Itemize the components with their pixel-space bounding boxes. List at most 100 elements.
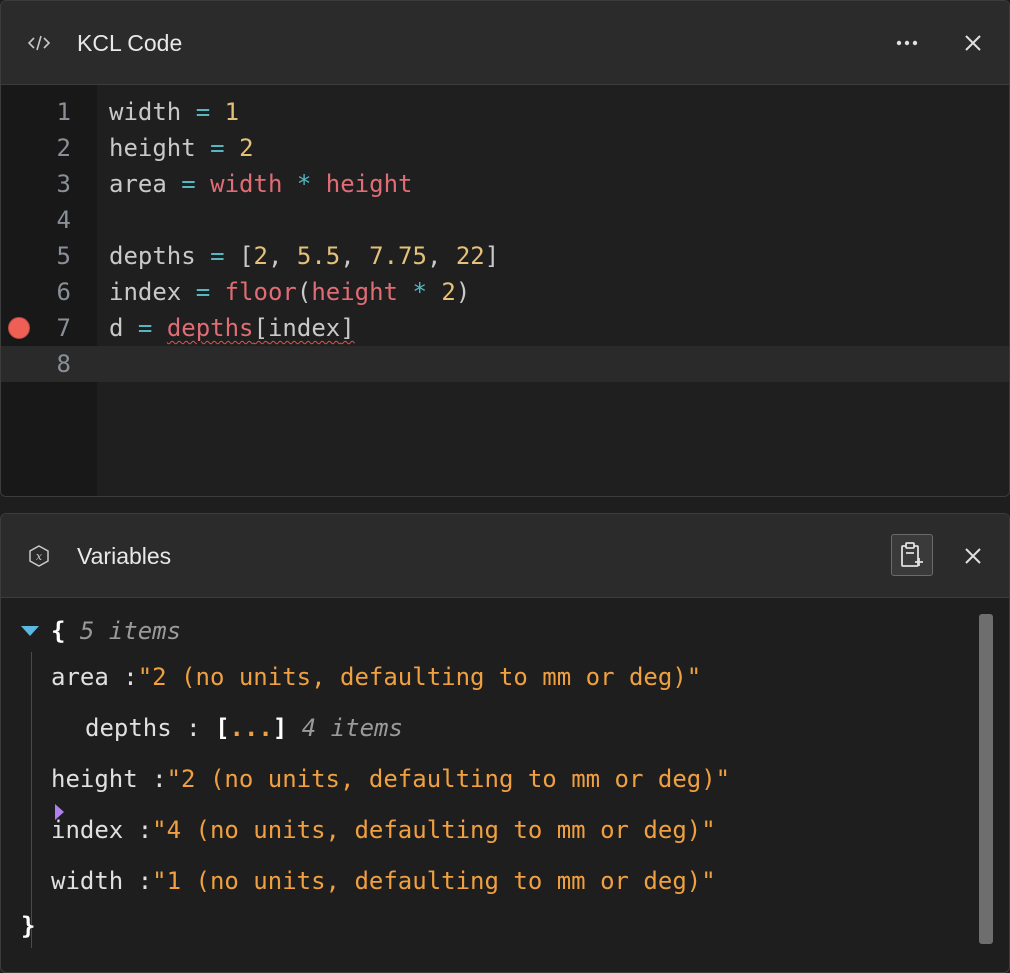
code-line[interactable]: 1 width = 1 [1, 94, 1009, 130]
code-token: 2 [239, 134, 254, 162]
var-value: "2 (no units, defaulting to mm or deg)" [137, 663, 702, 691]
more-options-button[interactable] [889, 25, 925, 61]
code-text[interactable]: depths = [2, 5.5, 7.75, 22] [109, 238, 499, 274]
code-token: area [109, 170, 167, 198]
code-token: floor [224, 278, 297, 306]
variables-panel: x Variables { 5 items area :"2 (no units… [0, 513, 1010, 973]
code-token: depths [166, 314, 254, 342]
var-value: "1 (no units, defaulting to mm or deg)" [152, 867, 716, 895]
code-token: = [195, 242, 240, 270]
code-token: 1 [224, 98, 240, 126]
tree-item-width[interactable]: width :"1 (no units, defaulting to mm or… [51, 866, 716, 896]
close-variables-panel-button[interactable] [955, 538, 991, 574]
code-token: [ [253, 314, 268, 342]
expand-arrow-open-icon[interactable] [21, 626, 39, 636]
code-panel-header: KCL Code [1, 1, 1009, 85]
tree-item-height[interactable]: height :"2 (no units, defaulting to mm o… [51, 764, 730, 794]
code-token: height [325, 170, 413, 198]
code-line[interactable]: 8 [1, 346, 1009, 382]
code-token: * [282, 170, 326, 198]
line-number: 1 [56, 98, 71, 126]
variables-tree: { 5 items area :"2 (no units, defaulting… [1, 598, 1009, 972]
code-token: ] [484, 242, 500, 270]
code-text[interactable]: width = 1 [109, 94, 239, 130]
code-token: width [109, 98, 182, 126]
copy-to-clipboard-button[interactable] [891, 534, 933, 576]
collapsed-array[interactable]: [...] [215, 714, 287, 742]
code-token: = [195, 134, 240, 162]
code-token: 22 [455, 242, 485, 270]
code-token: , [267, 242, 297, 270]
code-token: index [267, 314, 341, 342]
tree-item-area[interactable]: area :"2 (no units, defaulting to mm or … [51, 662, 701, 692]
var-key: depths [85, 714, 172, 742]
code-token: [ [239, 242, 254, 270]
code-token: = [181, 98, 225, 126]
code-text[interactable]: index = floor(height * 2) [109, 274, 470, 310]
code-text[interactable]: area = width * height [109, 166, 412, 202]
code-line[interactable]: 7 d = depths[index] [1, 310, 1009, 346]
tree-indent-guide [31, 652, 32, 948]
tree-root: { 5 items [51, 616, 181, 646]
code-token: = [181, 278, 225, 306]
ellipsis-icon [896, 40, 918, 46]
code-token: 2 [441, 278, 456, 306]
code-text[interactable]: d = depths[index] [109, 310, 355, 346]
var-value: "2 (no units, defaulting to mm or deg)" [166, 765, 731, 793]
close-code-panel-button[interactable] [955, 25, 991, 61]
code-token: ( [296, 278, 312, 306]
var-key: area [51, 663, 109, 691]
code-token: = [123, 314, 167, 342]
line-number: 4 [56, 206, 71, 234]
code-icon [27, 31, 51, 55]
code-token: = [166, 170, 211, 198]
code-token: height [109, 134, 196, 162]
code-token: depths [109, 242, 196, 270]
code-panel-title: KCL Code [77, 30, 183, 56]
line-number: 5 [56, 242, 71, 270]
variables-panel-title: Variables [77, 543, 172, 569]
root-item-count: 5 items [79, 617, 182, 645]
var-key: width [51, 867, 124, 895]
variable-icon: x [27, 544, 51, 568]
var-key: index [51, 816, 124, 844]
code-line[interactable]: 6 index = floor(height * 2) [1, 274, 1009, 310]
tree-item-index[interactable]: index :"4 (no units, defaulting to mm or… [51, 815, 716, 845]
var-key: height [51, 765, 138, 793]
code-token: ] [340, 314, 355, 342]
code-line[interactable]: 5 depths = [2, 5.5, 7.75, 22] [1, 238, 1009, 274]
code-token: index [109, 278, 182, 306]
variables-panel-header: x Variables [1, 514, 1009, 598]
line-number: 7 [56, 314, 71, 342]
close-icon [965, 548, 981, 564]
kcl-code-panel: KCL Code 1 width = 1 2 height = 2 3 area = wi… [0, 0, 1010, 497]
code-token: width [210, 170, 283, 198]
code-token: 7.75 [369, 242, 427, 270]
svg-text:x: x [36, 550, 43, 563]
code-line[interactable]: 4 [1, 202, 1009, 238]
line-number: 6 [56, 278, 71, 306]
tree-root-close: } [21, 911, 35, 941]
clipboard-add-icon [901, 542, 923, 567]
code-token: * [398, 278, 442, 306]
code-line[interactable]: 3 area = width * height [1, 166, 1009, 202]
code-token: d [109, 314, 124, 342]
code-token: height [311, 278, 399, 306]
code-text[interactable]: height = 2 [109, 130, 254, 166]
scrollbar-thumb[interactable] [979, 614, 993, 944]
root-close-brace: } [21, 912, 36, 940]
line-number: 8 [56, 350, 71, 378]
root-open-brace: { [51, 617, 66, 645]
close-icon [965, 35, 981, 51]
var-value: "4 (no units, defaulting to mm or deg)" [152, 816, 716, 844]
code-token: , [426, 242, 456, 270]
code-token: ) [455, 278, 471, 306]
array-item-count: 4 items [301, 714, 403, 742]
line-number: 2 [56, 134, 71, 162]
tree-item-depths[interactable]: depths : [...] 4 items [85, 713, 403, 743]
line-number: 3 [56, 170, 71, 198]
code-token: , [340, 242, 370, 270]
code-line[interactable]: 2 height = 2 [1, 130, 1009, 166]
code-token: 2 [253, 242, 268, 270]
code-token: 5.5 [296, 242, 341, 270]
